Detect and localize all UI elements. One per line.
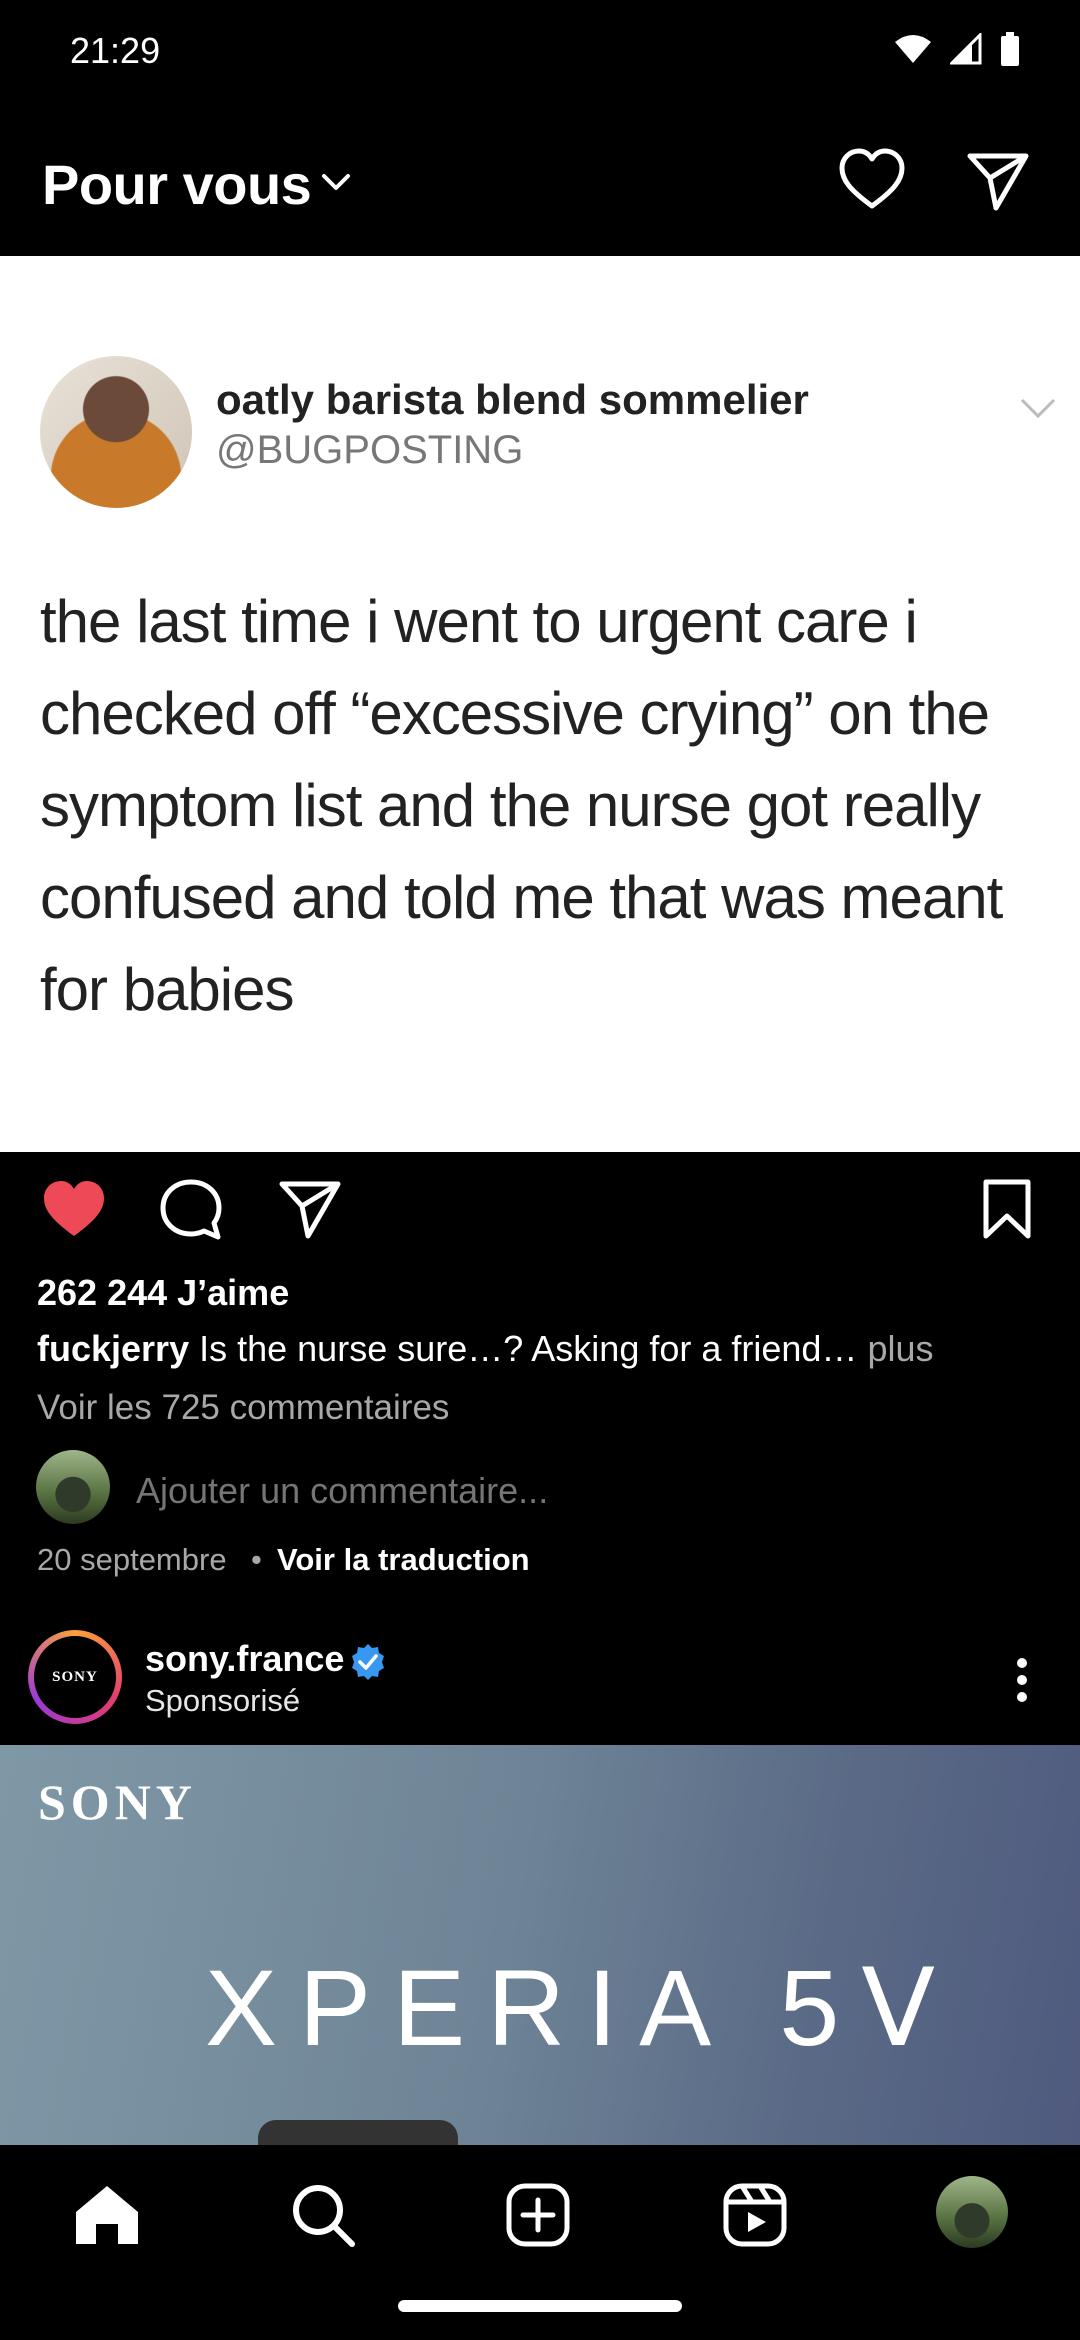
tweet-text: the last time i went to urgent care i ch…	[40, 588, 1003, 1023]
like-heart-icon[interactable]	[40, 1178, 108, 1240]
product-name: XPERIA 5Ⅴ	[205, 1947, 958, 2068]
feed-title[interactable]: Pour vous	[42, 152, 312, 217]
tweet-display-name: oatly barista blend sommelier	[216, 376, 809, 423]
verified-badge-icon	[352, 1644, 384, 1680]
share-icon[interactable]	[278, 1178, 342, 1240]
post-image[interactable]: oatly barista blend sommelier @BUGPOSTIN…	[0, 256, 1080, 1152]
status-icons	[894, 32, 1020, 66]
notifications-heart-icon[interactable]	[838, 148, 906, 210]
home-indicator	[398, 2300, 682, 2312]
view-comments-link[interactable]: Voir les 725 commentaires	[37, 1388, 449, 1428]
direct-message-icon[interactable]	[966, 150, 1030, 212]
comment-icon[interactable]	[158, 1178, 224, 1242]
profile-avatar[interactable]	[936, 2176, 1008, 2248]
phone-image	[258, 2120, 458, 2145]
chevron-down-icon	[1020, 398, 1056, 419]
chevron-down-icon[interactable]	[320, 170, 352, 194]
tweet-handle: @BUGPOSTING	[216, 428, 524, 472]
post-caption: fuckjerry Is the nurse sure…? Asking for…	[37, 1328, 1047, 1370]
comment-input[interactable]	[136, 1470, 836, 1512]
home-icon[interactable]	[72, 2182, 142, 2248]
caption-text: Is the nurse sure…? Asking for a friend…	[199, 1328, 858, 1369]
bookmark-icon[interactable]	[980, 1178, 1034, 1240]
reels-icon[interactable]	[722, 2182, 788, 2248]
tweet-avatar	[40, 356, 192, 508]
sponsored-image[interactable]: SONY XPERIA 5Ⅴ	[0, 1745, 1080, 2145]
sponsor-avatar[interactable]: SONY	[34, 1636, 116, 1718]
like-count[interactable]: 262 244 J’aime	[37, 1272, 289, 1314]
avatar	[36, 1450, 110, 1524]
sponsor-account-name[interactable]: sony.france	[145, 1638, 344, 1680]
caption-username[interactable]: fuckjerry	[37, 1328, 189, 1369]
create-post-icon[interactable]	[505, 2182, 571, 2248]
status-time: 21:29	[70, 30, 161, 71]
brand-logo: SONY	[38, 1774, 197, 1830]
post-date: 20 septembre	[37, 1542, 227, 1577]
caption-more-link[interactable]: plus	[867, 1328, 933, 1369]
sponsored-label: Sponsorisé	[145, 1683, 301, 1718]
signal-icon	[950, 33, 982, 65]
separator-dot: •	[251, 1542, 262, 1577]
search-icon[interactable]	[290, 2182, 356, 2248]
sponsor-avatar-logo: SONY	[52, 1668, 98, 1685]
more-options-icon[interactable]	[1010, 1655, 1034, 1705]
battery-icon	[1001, 32, 1019, 66]
translate-link[interactable]: Voir la traduction	[277, 1542, 530, 1578]
wifi-icon	[895, 35, 931, 63]
